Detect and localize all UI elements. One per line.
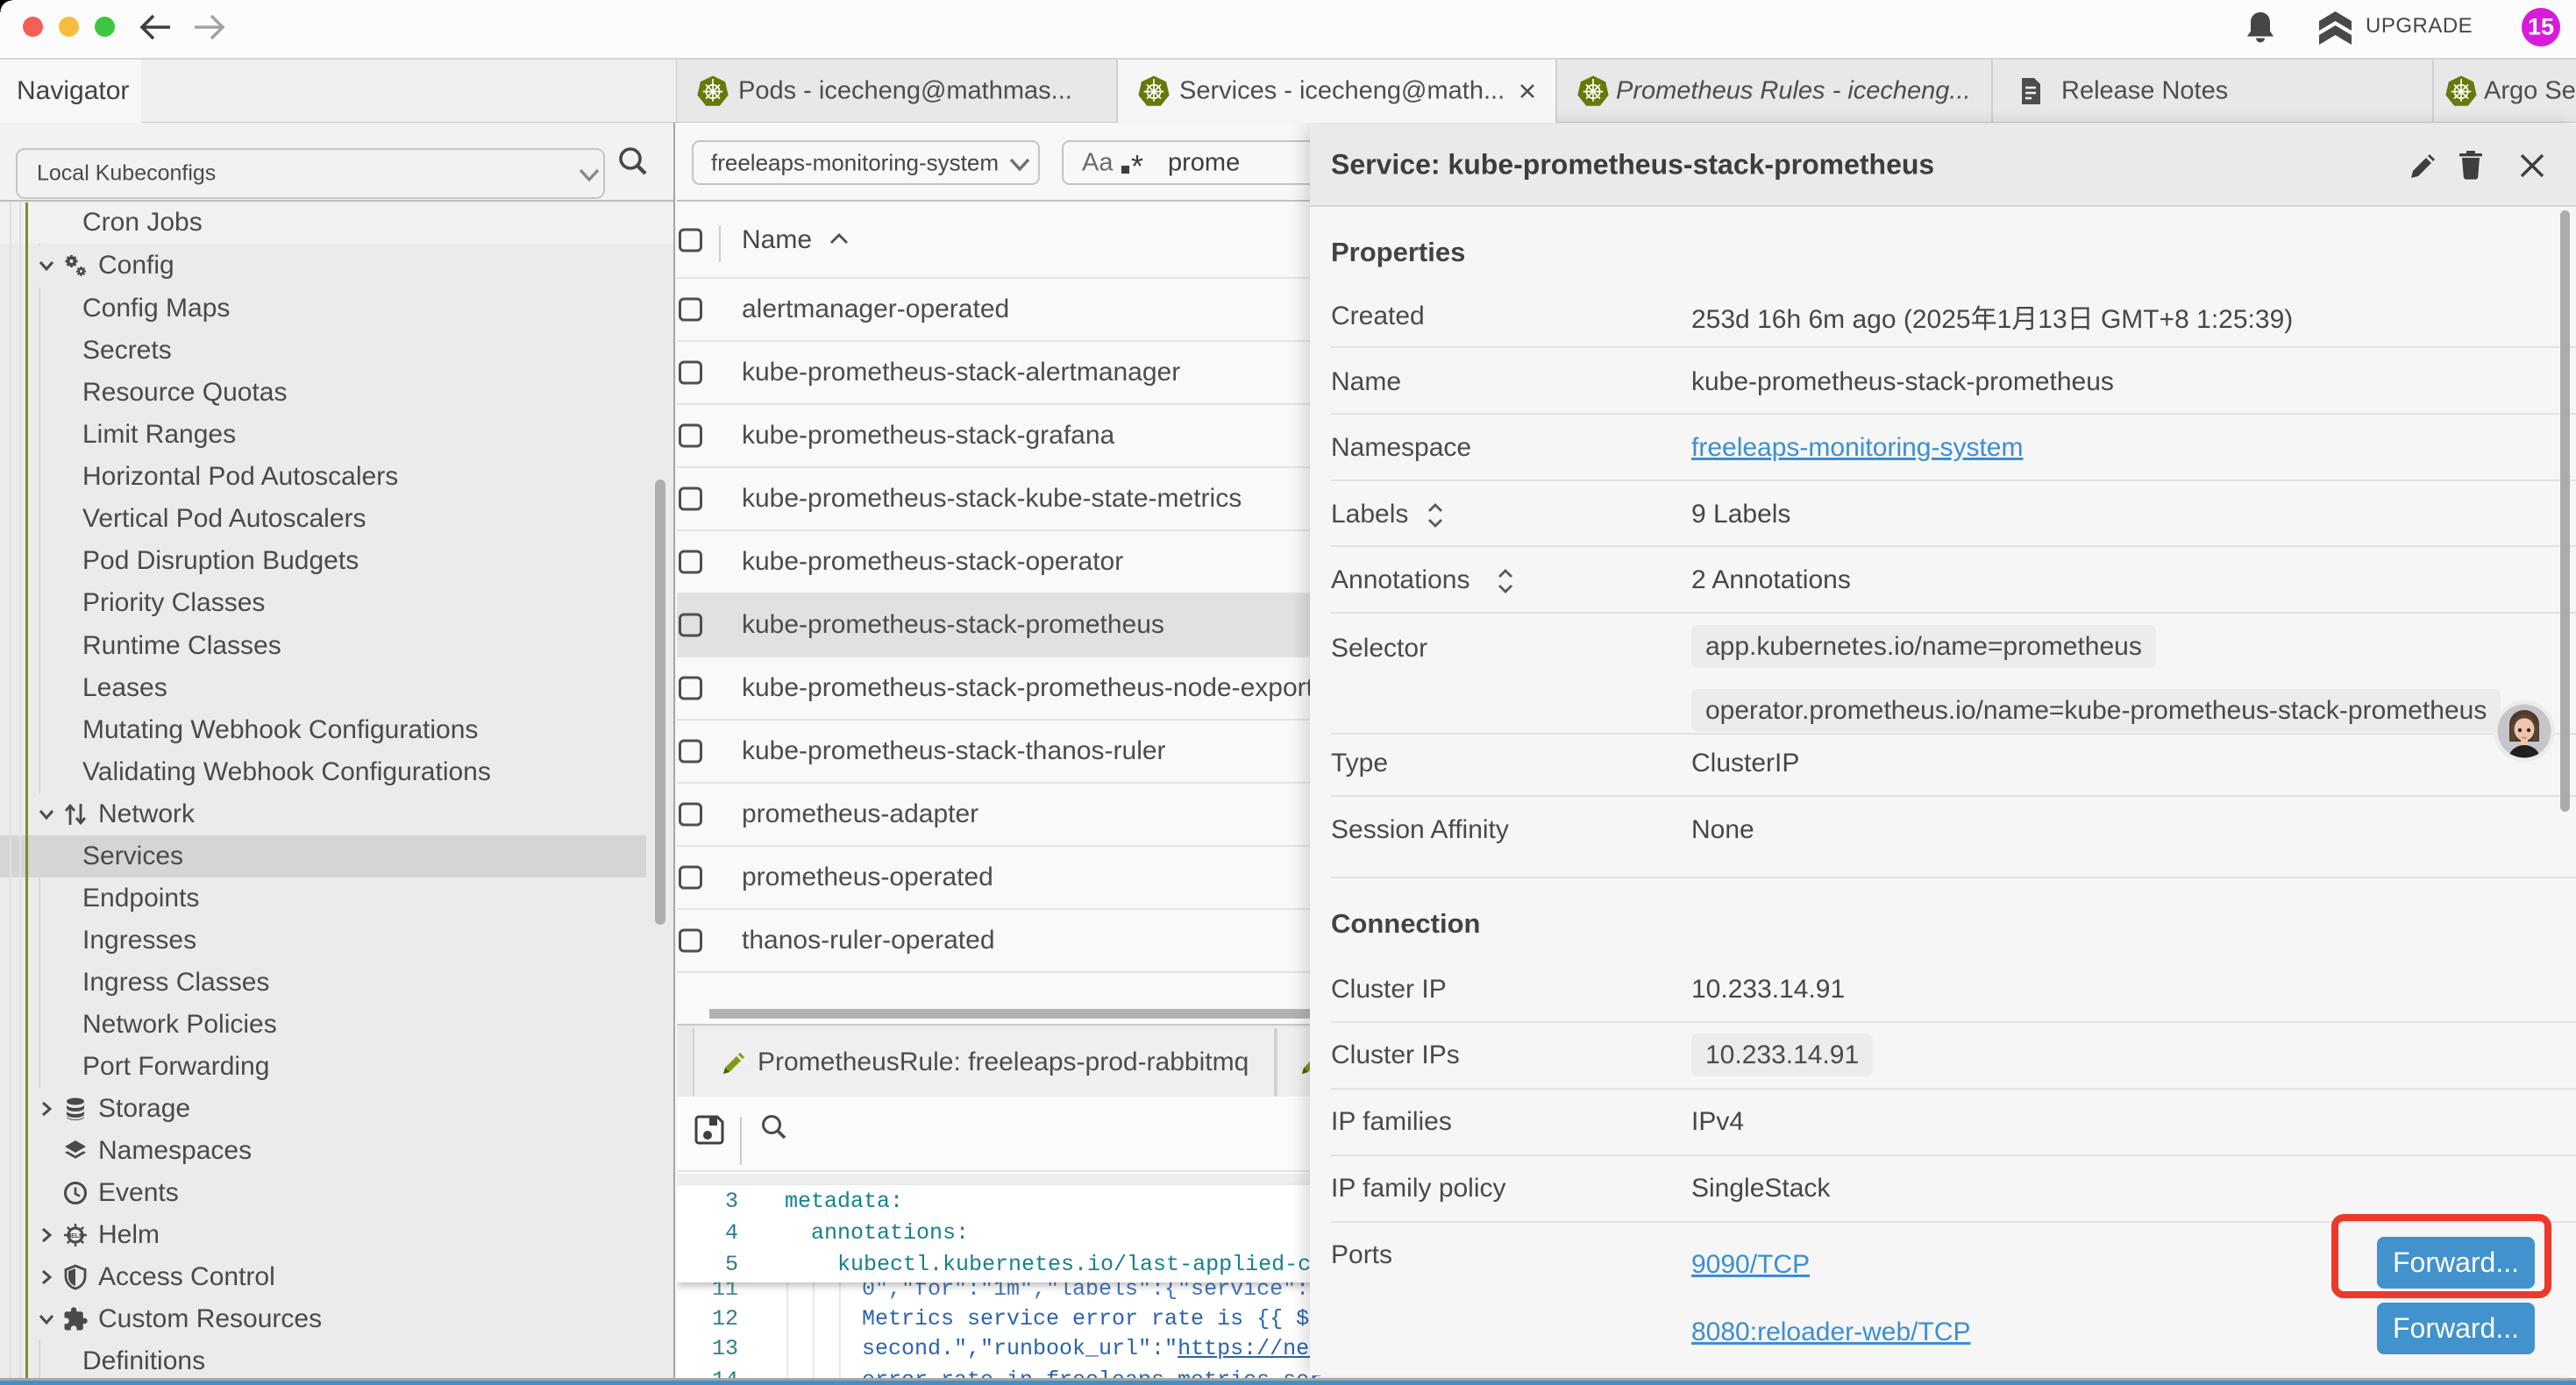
svg-text:*: *	[1131, 151, 1143, 181]
svg-text:HELM: HELM	[67, 1233, 84, 1239]
